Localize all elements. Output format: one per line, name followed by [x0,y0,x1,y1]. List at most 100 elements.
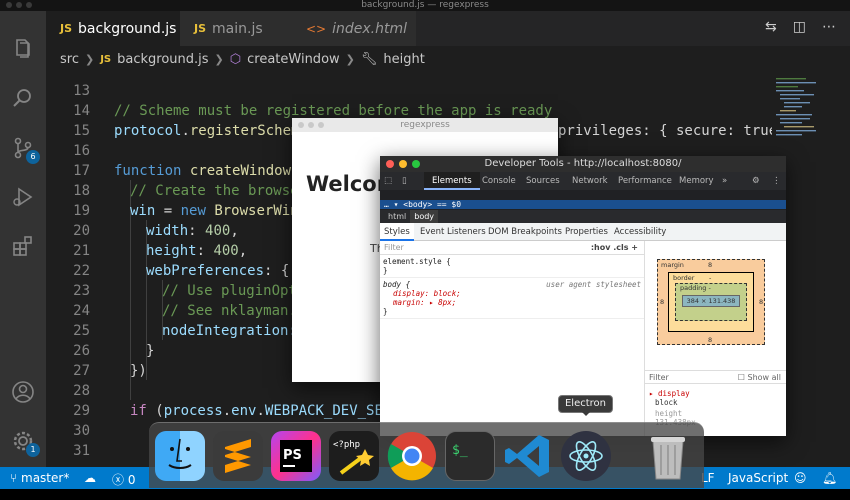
inspect-element-icon[interactable]: ⬚ [384,172,392,190]
tab-background-js[interactable]: JS background.js ✕ [46,11,199,46]
devtools-title: Developer Tools - http://localhost:8080/ [484,158,682,169]
phpstorm-icon[interactable]: PS [271,431,321,481]
tab-memory[interactable]: Memory [679,172,714,190]
code-line-19: win = new BrowserWin [130,203,299,219]
activity-bar: 6 1 [0,11,46,467]
line-number: 25 [73,323,90,339]
line-number: 23 [73,283,90,299]
source-control-icon[interactable]: 6 [11,136,40,164]
line-number: 20 [73,223,90,239]
tab-overflow[interactable]: » [722,172,727,190]
breadcrumb-folder[interactable]: src [60,52,79,67]
traffic-lights[interactable] [6,2,32,8]
code-line-15-tail: privileges: { secure: true, [558,123,786,139]
compare-changes-icon[interactable]: ⇆ [765,19,777,35]
show-all-checkbox[interactable]: ☐ Show all [738,371,781,385]
selected-dom-node[interactable]: … ▾ <body> == $0 [380,200,786,209]
computed-filter-input[interactable]: Filter ☐ Show all [645,370,786,384]
subtab-properties[interactable]: Properties [565,223,608,241]
extensions-icon[interactable] [11,234,35,258]
tab-label: main.js [212,20,263,37]
breadcrumb-file[interactable]: background.js [117,52,208,67]
php-app-icon[interactable]: <?php [329,431,379,481]
chevron-right-icon: ❯ [84,52,95,66]
line-number: 21 [73,243,90,259]
terminal-icon[interactable]: $_ [445,431,495,481]
notifications-bell-icon[interactable]: 🔔︎ [822,471,837,485]
line-number: 31 [73,443,90,459]
svg-text:$_: $_ [452,443,468,458]
device-toggle-icon[interactable]: ▯ [402,172,407,190]
box-model-pane: margin 8 8 8 8 border - padding - 384 × … [644,241,786,436]
styles-filter-input[interactable]: Filter :hov .cls + [380,241,644,255]
vscode-icon[interactable] [503,431,553,481]
app-window-title: regexpress [400,120,450,130]
method-cube-icon: ⬡ [229,51,242,67]
account-icon[interactable] [11,380,35,404]
computed-prop[interactable]: height [655,409,682,418]
code-line-20: width: 400, [146,223,239,239]
finder-icon[interactable] [155,431,205,481]
feedback-icon[interactable]: ☺ [794,471,807,485]
breadcrumb: src ❯ JS background.js ❯ ⬡ createWindow … [46,46,850,72]
computed-value: block [655,398,678,407]
subtab-styles[interactable]: Styles [380,223,414,241]
tab-performance[interactable]: Performance [618,172,672,190]
code-line-18: // Create the browse [130,183,299,199]
styles-subtabs: Styles Event Listeners DOM Breakpoints P… [380,223,786,241]
line-number: 29 [73,403,90,419]
box-model-diagram[interactable]: margin 8 8 8 8 border - padding - 384 × … [657,259,765,345]
tab-label: background.js [78,20,177,37]
sublime-text-icon[interactable] [213,431,263,481]
line-number: 18 [73,183,90,199]
gear-icon[interactable]: ⚙ [752,172,760,190]
tab-index-html[interactable]: <> index.html [292,11,416,46]
dom-breadcrumb: html body [380,210,786,223]
subtab-dom-breakpoints[interactable]: DOM Breakpoints [488,223,562,241]
app-window-titlebar: regexpress [292,118,558,132]
devtools-window[interactable]: Developer Tools - http://localhost:8080/… [380,156,786,436]
wrench-icon: 🔧︎ [360,51,378,67]
subtab-event-listeners[interactable]: Event Listeners [420,223,486,241]
hov-cls-buttons[interactable]: :hov .cls + [591,241,638,255]
crumb-html[interactable]: html [384,210,410,223]
branch-status[interactable]: ⑂ master* [10,471,69,485]
line-number: 28 [73,383,90,399]
breadcrumb-function[interactable]: createWindow [247,52,340,67]
tab-sources[interactable]: Sources [526,172,560,190]
js-file-icon: JS [194,22,207,35]
html-file-icon: <> [306,21,327,36]
traffic-lights[interactable] [386,160,420,168]
search-icon[interactable] [11,86,35,110]
explorer-icon[interactable] [11,37,35,61]
subtab-accessibility[interactable]: Accessibility [614,223,666,241]
tab-network[interactable]: Network [572,172,608,190]
electron-icon[interactable] [561,431,611,481]
split-editor-icon[interactable]: ◫ [793,19,806,35]
line-number: 22 [73,263,90,279]
element-style-rule[interactable]: element.style { } [380,255,644,278]
breadcrumb-symbol[interactable]: height [383,52,424,67]
body-style-rule[interactable]: user agent stylesheet body { display: bl… [380,278,644,319]
crumb-body[interactable]: body [410,210,439,223]
settings-gear-icon[interactable]: 1 [11,429,40,457]
chrome-icon[interactable] [387,431,437,481]
code-line-24: // See nklayman. [162,303,297,319]
code-line-22: webPreferences: { [146,263,290,279]
trash-icon[interactable] [643,431,693,481]
tab-console[interactable]: Console [482,172,516,190]
tab-elements[interactable]: Elements [424,172,480,190]
line-number: 26 [73,343,90,359]
problems-status[interactable]: ⓧ 0 [112,471,135,488]
dom-tree[interactable]: … ▾ <body> == $0 [380,190,786,210]
computed-prop[interactable]: ▸ display [649,389,690,398]
tab-main-js[interactable]: JS main.js [180,11,292,46]
more-actions-icon[interactable]: ⋯ [822,19,836,35]
kebab-menu-icon[interactable]: ⋮ [772,172,781,190]
sync-icon[interactable]: ☁ [84,471,96,485]
ua-stylesheet-label: user agent stylesheet [546,280,641,289]
macos-dock: PS <?php $_ [149,422,704,488]
language-status[interactable]: JavaScript [728,471,788,485]
debug-icon[interactable] [11,185,35,209]
line-number: 24 [73,303,90,319]
